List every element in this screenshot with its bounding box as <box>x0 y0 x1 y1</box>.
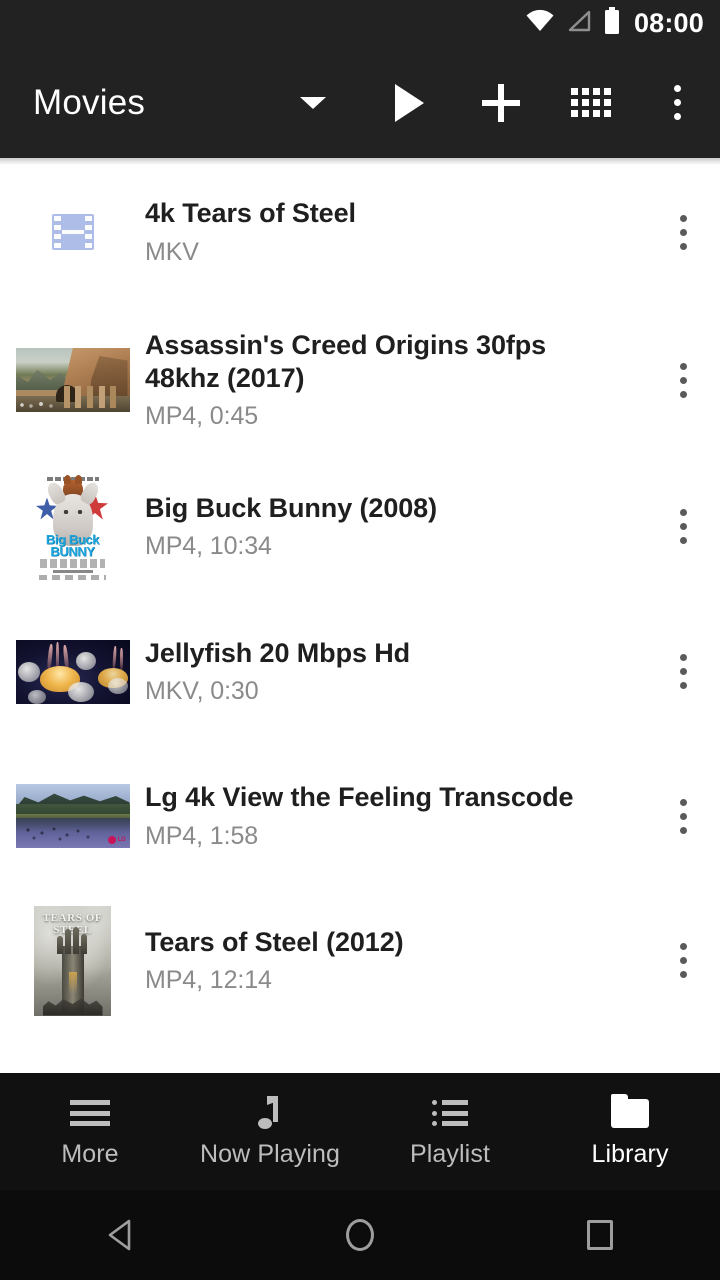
list-item-subtitle: MKV <box>145 237 626 267</box>
list-item-title: 4k Tears of Steel <box>145 197 626 230</box>
bottom-nav-item-now-playing[interactable]: Now Playing <box>180 1073 360 1190</box>
list-item-text: 4k Tears of Steel MKV <box>145 197 646 267</box>
overflow-menu-button[interactable] <box>634 47 720 158</box>
bottom-nav-label: More <box>61 1142 118 1167</box>
more-vertical-icon <box>674 85 681 120</box>
table-row[interactable]: TEARS OF STEEL Tears of Steel (2012) MP4… <box>0 888 720 1033</box>
toolbar-actions <box>266 47 720 158</box>
list-item-text: Big Buck Bunny (2008) MP4, 10:34 <box>145 492 646 562</box>
list-item-title: Assassin's Creed Origins 30fps 48khz (20… <box>145 329 626 395</box>
list-item-subtitle: MP4, 0:45 <box>145 401 626 431</box>
list-item-title: Big Buck Bunny (2008) <box>145 492 626 525</box>
more-vertical-icon <box>680 943 687 978</box>
list-item-menu-button[interactable] <box>646 306 720 454</box>
bottom-nav-item-playlist[interactable]: Playlist <box>360 1073 540 1190</box>
list-item-text: Tears of Steel (2012) MP4, 12:14 <box>145 926 646 996</box>
list-item-thumbnail: TEARS OF STEEL <box>0 906 145 1016</box>
list-item-subtitle: MP4, 10:34 <box>145 531 626 561</box>
list-item-menu-button[interactable] <box>646 158 720 306</box>
list-item-title: Jellyfish 20 Mbps Hd <box>145 637 626 670</box>
more-vertical-icon <box>680 654 687 689</box>
list-item-thumbnail: LG <box>0 784 145 848</box>
poster-title: Big Buck BUNNY <box>37 534 108 559</box>
android-navigation-bar <box>0 1190 720 1280</box>
list-item-thumbnail: Big Buck BUNNY <box>0 472 145 582</box>
list-item-thumbnail <box>0 640 145 704</box>
recents-button[interactable] <box>480 1190 720 1280</box>
music-note-icon <box>257 1096 283 1130</box>
list-item-subtitle: MP4, 12:14 <box>145 965 626 995</box>
app-screen: 08:00 Movies <box>0 0 720 1280</box>
list-item-text: Assassin's Creed Origins 30fps 48khz (20… <box>145 329 646 432</box>
list-item-text: Jellyfish 20 Mbps Hd MKV, 0:30 <box>145 637 646 707</box>
grid-icon <box>571 88 611 117</box>
back-triangle-icon <box>107 1218 133 1252</box>
list-item-thumbnail <box>0 348 145 412</box>
list-item-menu-button[interactable] <box>646 888 720 1033</box>
bottom-nav-item-more[interactable]: More <box>0 1073 180 1190</box>
add-button[interactable] <box>454 47 548 158</box>
more-vertical-icon <box>680 215 687 250</box>
more-vertical-icon <box>680 509 687 544</box>
list-item-menu-button[interactable] <box>646 454 720 599</box>
more-vertical-icon <box>680 799 687 834</box>
list-item-subtitle: MKV, 0:30 <box>145 676 626 706</box>
home-circle-icon <box>346 1219 374 1251</box>
status-bar: 08:00 <box>0 0 720 47</box>
grid-view-button[interactable] <box>548 47 634 158</box>
lg-watermark: LG <box>108 836 126 844</box>
tears-of-steel-poster: TEARS OF STEEL <box>34 906 111 1016</box>
hamburger-icon <box>70 1096 110 1130</box>
plus-icon <box>482 84 520 122</box>
status-bar-clock: 08:00 <box>634 10 704 37</box>
battery-icon <box>603 7 621 40</box>
app-toolbar: Movies <box>0 47 720 158</box>
playlist-icon <box>432 1096 468 1130</box>
big-buck-bunny-poster: Big Buck BUNNY <box>34 472 111 582</box>
list-item-subtitle: MP4, 1:58 <box>145 821 626 851</box>
bottom-nav-item-library[interactable]: Library <box>540 1073 720 1190</box>
list-item-menu-button[interactable] <box>646 744 720 888</box>
sort-dropdown-button[interactable] <box>266 47 360 158</box>
status-bar-icons <box>525 7 621 40</box>
more-vertical-icon <box>680 363 687 398</box>
bottom-nav-label: Playlist <box>410 1142 490 1167</box>
list-item-title: Lg 4k View the Feeling Transcode <box>145 781 626 814</box>
table-row[interactable]: Assassin's Creed Origins 30fps 48khz (20… <box>0 306 720 454</box>
chevron-down-icon <box>300 97 326 109</box>
table-row[interactable]: Big Buck BUNNY Big Buck Bunny (2008) MP4… <box>0 454 720 599</box>
cell-signal-icon <box>566 9 592 38</box>
list-item-menu-button[interactable] <box>646 599 720 744</box>
table-row[interactable]: LG Lg 4k View the Feeling Transcode MP4,… <box>0 744 720 888</box>
jellyfish-thumbnail <box>16 640 130 704</box>
back-button[interactable] <box>0 1190 240 1280</box>
play-icon <box>395 84 424 122</box>
table-row[interactable]: Jellyfish 20 Mbps Hd MKV, 0:30 <box>0 599 720 744</box>
play-all-button[interactable] <box>360 47 454 158</box>
lg-lake-thumbnail: LG <box>16 784 130 848</box>
assassins-creed-thumbnail <box>16 348 130 412</box>
folder-icon <box>611 1096 649 1130</box>
wifi-icon <box>525 9 555 38</box>
film-strip-placeholder-icon <box>52 214 94 250</box>
home-button[interactable] <box>240 1190 480 1280</box>
bottom-navigation: More Now Playing Playlist <box>0 1073 720 1190</box>
bottom-nav-label: Now Playing <box>200 1142 340 1167</box>
list-item-text: Lg 4k View the Feeling Transcode MP4, 1:… <box>145 781 646 851</box>
table-row[interactable]: 4k Tears of Steel MKV <box>0 158 720 306</box>
list-item-thumbnail <box>0 214 145 250</box>
bottom-nav-label: Library <box>591 1142 668 1167</box>
list-item-title: Tears of Steel (2012) <box>145 926 626 959</box>
media-list[interactable]: 4k Tears of Steel MKV <box>0 158 720 1070</box>
page-title: Movies <box>33 83 145 123</box>
recents-square-icon <box>587 1220 613 1250</box>
